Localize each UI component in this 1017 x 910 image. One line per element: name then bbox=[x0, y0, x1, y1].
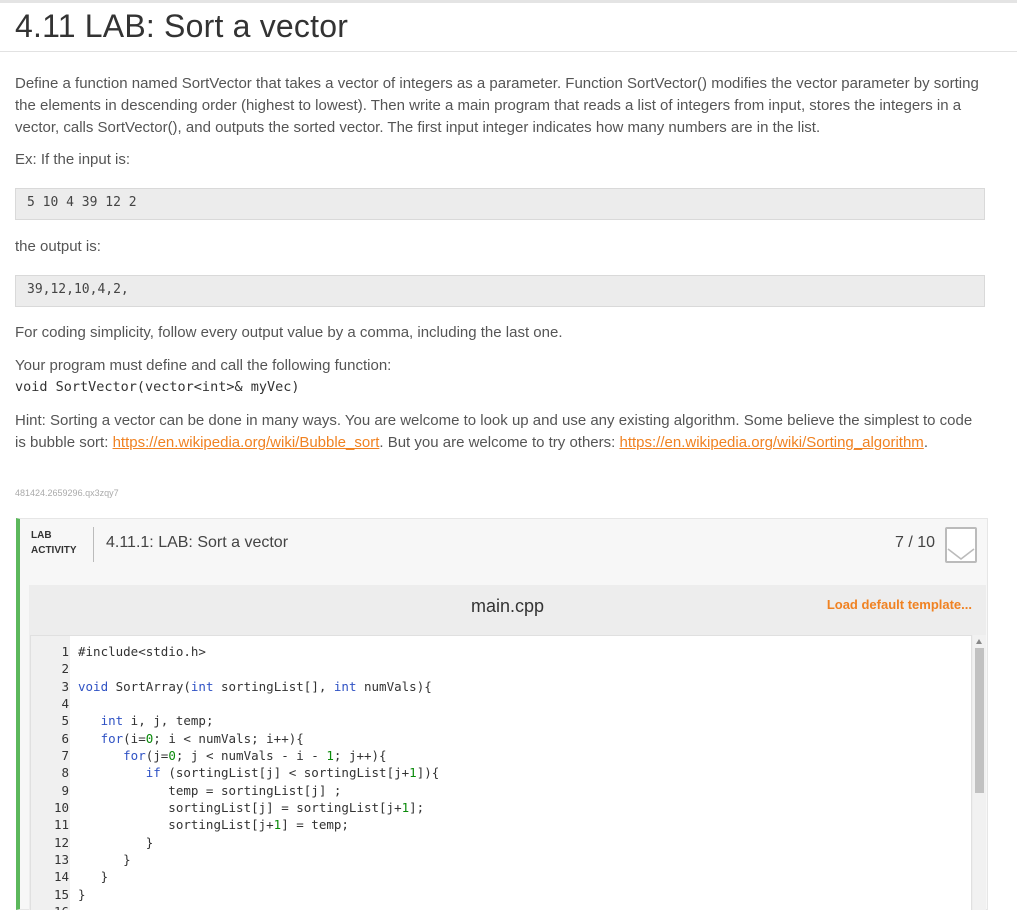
code-text: if (sortingList[j] < sortingList[j+1]){ bbox=[145, 765, 440, 781]
code-line: 11 sortingList[j+1] = temp; bbox=[31, 816, 971, 833]
code-text: } bbox=[78, 851, 131, 867]
code-editor-panel: main.cpp Load default template... 1 #incl… bbox=[29, 585, 986, 910]
hint-end-text: . bbox=[923, 434, 928, 451]
code-line: 12 } bbox=[31, 834, 971, 851]
code-line: 5 int i, j, temp; bbox=[31, 712, 971, 729]
line-number: 9 bbox=[61, 782, 69, 798]
code-text: sortingList[j+1] = temp; bbox=[78, 817, 349, 833]
code-line: 13 } bbox=[31, 851, 971, 868]
code-line: 16 bbox=[31, 903, 971, 910]
load-default-template-button[interactable]: Load default template... bbox=[827, 597, 972, 612]
line-number: 15 bbox=[53, 886, 69, 902]
line-number: 11 bbox=[53, 817, 69, 833]
code-text: } bbox=[78, 886, 86, 902]
line-number: 16 bbox=[31, 903, 69, 910]
code-line: 2 bbox=[31, 660, 971, 677]
line-number: 4 bbox=[61, 695, 69, 711]
code-line: 15} bbox=[31, 886, 971, 903]
example-input-box: 5 10 4 39 12 2 bbox=[15, 188, 985, 220]
code-line: 14 } bbox=[31, 868, 971, 885]
problem-description: Define a function named SortVector that … bbox=[15, 75, 979, 136]
simplicity-note: For coding simplicity, follow every outp… bbox=[15, 324, 563, 341]
line-number: 3 bbox=[61, 678, 69, 694]
editor-scrollbar[interactable] bbox=[973, 635, 986, 910]
lab-activity-tag: LAB ACTIVITY bbox=[31, 528, 77, 558]
top-border bbox=[0, 0, 1017, 3]
code-text: } bbox=[78, 834, 154, 850]
code-line: 6 for(i=0; i < numVals; i++){ bbox=[31, 730, 971, 747]
must-define-note: Your program must define and call the fo… bbox=[15, 357, 392, 374]
code-line: 1 #include<stdio.h> bbox=[31, 643, 971, 660]
code-line: 3 void SortArray(int sortingList[], int n… bbox=[31, 678, 971, 695]
lab-activity-title: 4.11.1: LAB: Sort a vector bbox=[106, 534, 289, 551]
page-title: 4.11 LAB: Sort a vector bbox=[15, 8, 349, 44]
line-number: 7 bbox=[61, 747, 69, 763]
lab-tag-line2: ACTIVITY bbox=[31, 545, 77, 556]
lab-header-divider bbox=[93, 527, 94, 562]
code-line: 4 bbox=[31, 695, 971, 712]
code-text: temp = sortingList[j] ; bbox=[78, 782, 342, 798]
code-editor[interactable]: 1 #include<stdio.h> 2 3 void SortArray(int s… bbox=[30, 635, 972, 910]
content-hash-id: 481424.2659296.qx3zqy7 bbox=[15, 488, 119, 498]
sorting-algorithm-link[interactable]: https://en.wikipedia.org/wiki/Sorting_al… bbox=[619, 434, 923, 451]
hint-mid-text: . But you are welcome to try others: bbox=[379, 434, 620, 451]
code-text: sortingList[j] = sortingList[j+1]; bbox=[78, 799, 425, 815]
code-line: 10 sortingList[j] = sortingList[j+1]; bbox=[31, 799, 971, 816]
example-intro: Ex: If the input is: bbox=[15, 151, 131, 168]
code-text: } bbox=[78, 869, 109, 885]
line-number: 14 bbox=[53, 869, 69, 885]
scroll-up-arrow-icon[interactable] bbox=[976, 639, 982, 644]
line-number: 1 bbox=[61, 644, 69, 659]
output-intro: the output is: bbox=[15, 238, 101, 255]
scroll-thumb[interactable] bbox=[975, 648, 984, 793]
line-number: 6 bbox=[61, 730, 69, 746]
code-line: 9 temp = sortingList[j] ; bbox=[31, 782, 971, 799]
bubble-sort-link[interactable]: https://en.wikipedia.org/wiki/Bubble_sor… bbox=[113, 434, 380, 451]
code-line: 8 if (sortingList[j] < sortingList[j+1])… bbox=[31, 764, 971, 781]
line-number: 13 bbox=[53, 851, 69, 867]
code-text: void SortArray(int sortingList[], int nu… bbox=[78, 678, 432, 694]
lab-score: 7 / 10 bbox=[895, 534, 936, 551]
function-signature: void SortVector(vector<int>& myVec) bbox=[15, 379, 300, 395]
line-number: 2 bbox=[61, 661, 69, 677]
title-divider bbox=[0, 51, 1017, 52]
lab-tag-line1: LAB bbox=[31, 530, 52, 541]
code-text: for(i=0; i < numVals; i++){ bbox=[100, 730, 304, 746]
line-number: 12 bbox=[53, 834, 69, 850]
line-number: 5 bbox=[61, 713, 69, 729]
lab-activity-panel: LAB ACTIVITY 4.11.1: LAB: Sort a vector … bbox=[16, 518, 988, 910]
code-lines: 1 #include<stdio.h> 2 3 void SortArray(int s… bbox=[31, 643, 971, 910]
line-number: 10 bbox=[53, 799, 69, 815]
hint-paragraph: Hint: Sorting a vector can be done in ma… bbox=[15, 410, 985, 454]
line-number: 8 bbox=[61, 765, 69, 781]
completion-badge-icon bbox=[945, 527, 977, 563]
code-text: #include<stdio.h> bbox=[78, 644, 206, 659]
code-text: for(j=0; j < numVals - i - 1; j++){ bbox=[123, 747, 387, 763]
code-line: 7 for(j=0; j < numVals - i - 1; j++){ bbox=[31, 747, 971, 764]
example-output-box: 39,12,10,4,2, bbox=[15, 275, 985, 307]
code-text: int i, j, temp; bbox=[100, 713, 214, 729]
badge-shape-icon bbox=[947, 548, 975, 561]
